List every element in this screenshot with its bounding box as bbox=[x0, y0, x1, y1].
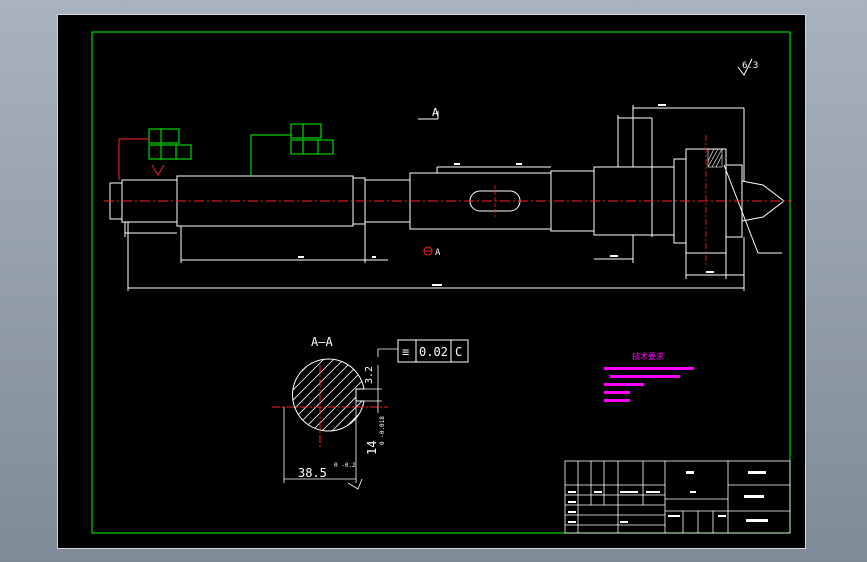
tolerance-symbol: ≡ bbox=[402, 345, 409, 359]
tolerance-leader-left bbox=[118, 138, 149, 180]
geometric-tolerance-left bbox=[148, 128, 192, 160]
shaft-main-view bbox=[109, 105, 785, 291]
section-view-title: A—A bbox=[311, 335, 333, 349]
keyway-width: 14 bbox=[365, 441, 379, 455]
tolerance-leader-right bbox=[250, 134, 291, 176]
section-view bbox=[272, 348, 398, 490]
flange-hatch bbox=[707, 148, 723, 168]
roughness-value: 6.3 bbox=[742, 61, 758, 71]
section-label-bottom: A bbox=[435, 248, 441, 258]
section-label-top: A bbox=[432, 106, 439, 119]
section-depth-tolerance: 0 -0.2 bbox=[334, 462, 356, 469]
keyway-width-tolerance: 0 -0.018 bbox=[379, 416, 386, 445]
tech-requirements-notes bbox=[604, 367, 694, 402]
roughness-symbol-left bbox=[151, 164, 165, 176]
section-depth-dim: 38.5 bbox=[298, 466, 327, 480]
keyway-depth: 3.2 bbox=[364, 366, 375, 384]
cad-viewport[interactable]: A A 6.3 A—A 3.2 14 0 -0.018 38.5 0 -0.2 … bbox=[57, 14, 806, 549]
engineering-drawing: A A 6.3 A—A 3.2 14 0 -0.018 38.5 0 -0.2 … bbox=[91, 31, 792, 534]
tolerance-datum: C bbox=[455, 345, 462, 359]
geometric-tolerance-right bbox=[290, 123, 334, 155]
tech-requirements-title: 技术要求 bbox=[632, 351, 664, 361]
tolerance-value: 0.02 bbox=[419, 345, 448, 359]
drawing-frame bbox=[91, 31, 791, 534]
